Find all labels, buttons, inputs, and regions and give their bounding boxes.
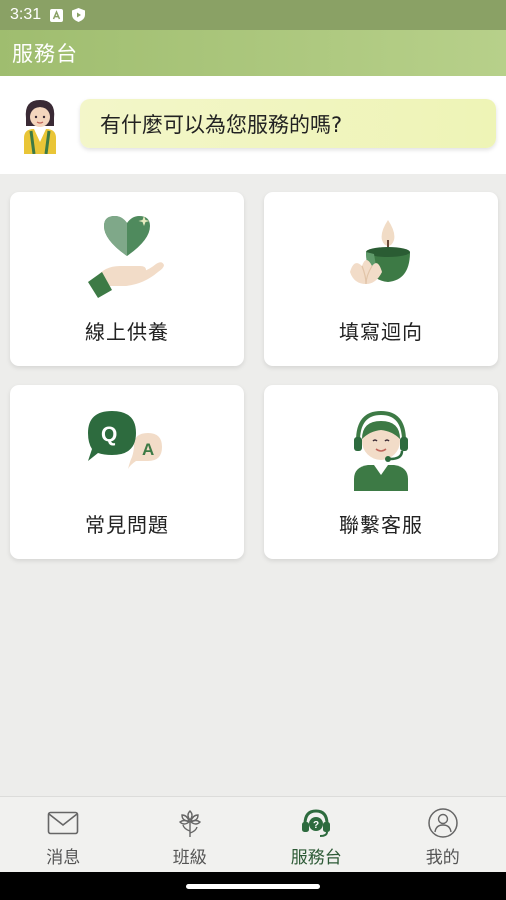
svg-text:?: ?	[313, 820, 319, 831]
nav-label: 消息	[46, 848, 81, 868]
nav-label: 班級	[172, 848, 207, 868]
greeting-panel: 有什麼可以為您服務的嗎?	[0, 76, 506, 174]
customer-service-card[interactable]: 聯繫客服	[264, 385, 498, 559]
nav-label: 服務台	[290, 848, 342, 868]
greeting-bubble: 有什麼可以為您服務的嗎?	[80, 99, 496, 148]
a-icon	[49, 8, 63, 22]
card-label: 填寫迴向	[339, 320, 423, 344]
nav-item-messages[interactable]: 消息	[0, 797, 127, 872]
nav-item-profile[interactable]: 我的	[380, 797, 506, 872]
faq-card[interactable]: A Q 常見問題	[10, 385, 244, 559]
card-label: 聯繫客服	[339, 513, 423, 537]
nav-label: 我的	[425, 848, 460, 868]
flower-icon	[173, 807, 207, 839]
svg-text:Q: Q	[101, 423, 117, 446]
svg-text:A: A	[142, 440, 154, 459]
status-time: 3:31	[10, 6, 42, 23]
dedication-card[interactable]: 填寫迴向	[264, 192, 498, 366]
shield-play-icon	[71, 8, 85, 22]
card-label: 常見問題	[85, 513, 169, 537]
heart-hand-icon	[10, 210, 244, 310]
nav-item-class[interactable]: 班級	[127, 797, 254, 872]
online-offering-card[interactable]: 線上供養	[10, 192, 244, 366]
bottom-nav: 消息 班級 ? 服務台 我的	[0, 796, 506, 872]
qa-bubble-icon: A Q	[10, 403, 244, 503]
headset-icon: ?	[299, 807, 333, 839]
status-bar: 3:31	[0, 0, 506, 30]
app-bar: 服務台	[0, 30, 506, 76]
customer-service-icon	[264, 403, 498, 503]
home-gesture-bar[interactable]	[186, 884, 320, 889]
mail-icon	[46, 807, 80, 839]
assistant-avatar	[18, 96, 62, 155]
system-nav-bar	[0, 872, 506, 900]
lotus-candle-icon	[264, 210, 498, 310]
page-title: 服務台	[12, 42, 78, 66]
nav-item-service[interactable]: ? 服務台	[253, 797, 380, 872]
profile-icon	[426, 807, 460, 839]
card-label: 線上供養	[85, 320, 169, 344]
